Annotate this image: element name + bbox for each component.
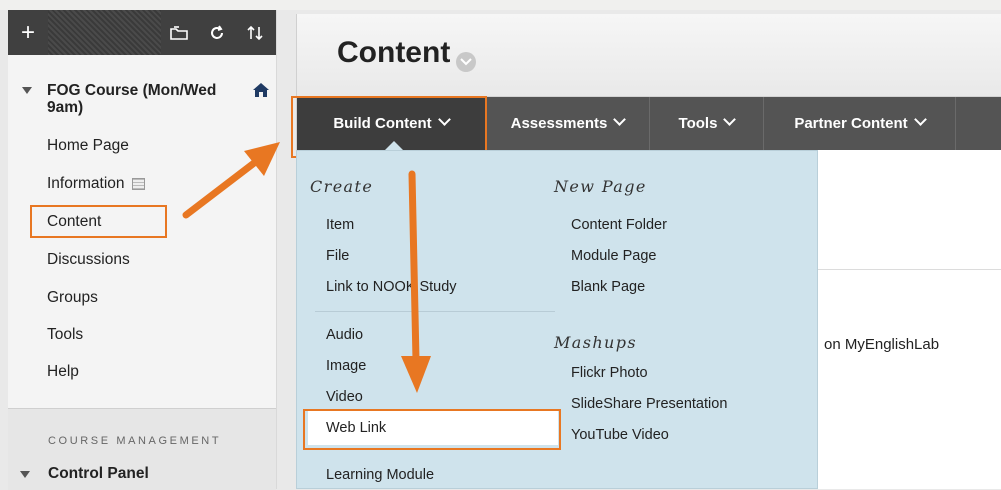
home-icon[interactable] — [252, 82, 270, 103]
sidebar-item-home-page[interactable]: Home Page — [47, 137, 129, 155]
menu-item-content-folder[interactable]: Content Folder — [571, 217, 667, 233]
control-panel-link[interactable]: Control Panel — [48, 465, 149, 483]
course-title[interactable]: FOG Course (Mon/Wed 9am) — [47, 82, 217, 116]
menu-item-flickr-photo[interactable]: Flickr Photo — [571, 365, 648, 381]
triangle-down-icon[interactable] — [20, 471, 30, 478]
sidebar-item-discussions[interactable]: Discussions — [47, 251, 130, 269]
plus-icon[interactable]: + — [8, 10, 48, 55]
menu-item-item[interactable]: Item — [326, 217, 354, 233]
menu-label: Tools — [678, 115, 718, 132]
highlight-content — [30, 205, 167, 238]
new-page-heading: New Page — [554, 177, 647, 196]
menu-item-video[interactable]: Video — [326, 389, 363, 405]
sidebar-item-groups[interactable]: Groups — [47, 289, 98, 307]
sidebar-item-information[interactable]: Information — [47, 175, 145, 193]
info-icon — [131, 177, 145, 190]
course-management-label: COURSE MANAGEMENT — [48, 435, 222, 447]
menu-item-file[interactable]: File — [326, 248, 349, 264]
dropdown-divider — [315, 311, 555, 312]
sidebar-item-label: Information — [47, 175, 125, 192]
menu-label: Partner Content — [794, 115, 908, 132]
assessments-button[interactable]: Assessments — [486, 97, 650, 150]
chevron-down-icon — [913, 113, 927, 126]
menu-item-blank-page[interactable]: Blank Page — [571, 279, 645, 295]
menu-label: Assessments — [510, 115, 608, 132]
menu-item-learning-module[interactable]: Learning Module — [326, 467, 434, 483]
page-title: Content — [337, 36, 451, 69]
menu-item-image[interactable]: Image — [326, 358, 366, 374]
folder-icon[interactable] — [160, 10, 198, 55]
chevron-down-icon — [613, 113, 627, 126]
menu-item-youtube-video[interactable]: YouTube Video — [571, 427, 669, 443]
course-management-section: COURSE MANAGEMENT Control Panel — [8, 408, 276, 490]
chevron-down-icon[interactable] — [456, 52, 476, 72]
title-bar: Content — [297, 14, 1001, 97]
menu-item-module-page[interactable]: Module Page — [571, 248, 656, 264]
toolbar-pattern — [48, 10, 161, 55]
top-strip — [0, 0, 1001, 10]
refresh-icon[interactable] — [198, 10, 236, 55]
sidebar-item-help[interactable]: Help — [47, 363, 79, 381]
mashups-heading: Mashups — [554, 333, 637, 352]
chevron-down-icon — [723, 113, 737, 126]
sidebar-toolbar: + — [8, 10, 276, 55]
menu-item-slideshare-presentation[interactable]: SlideShare Presentation — [571, 396, 727, 412]
highlight-web-link — [303, 409, 561, 450]
menu-item-audio[interactable]: Audio — [326, 327, 363, 343]
triangle-down-icon[interactable] — [22, 87, 32, 94]
divider — [817, 269, 1001, 270]
create-heading: Create — [310, 177, 374, 196]
menu-item-link-to-nook-study[interactable]: Link to NOOK Study — [326, 279, 457, 295]
sidebar-item-tools[interactable]: Tools — [47, 326, 83, 344]
course-sidebar: + FOG Course (Mon/Wed 9am) Home Page Inf… — [8, 10, 277, 490]
partner-content-button[interactable]: Partner Content — [764, 97, 956, 150]
content-item-text[interactable]: on MyEnglishLab — [824, 336, 939, 353]
tools-button[interactable]: Tools — [650, 97, 764, 150]
sort-icon[interactable] — [236, 10, 274, 55]
